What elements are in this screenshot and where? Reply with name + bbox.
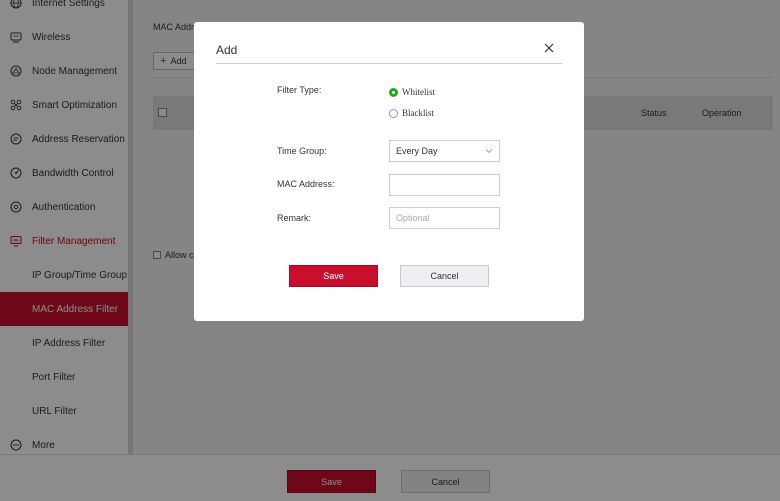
dialog-title: Add <box>216 43 238 57</box>
time-group-value: Every Day <box>396 146 438 156</box>
remark-input[interactable]: Optional <box>389 207 500 229</box>
radio-blacklist[interactable]: Blacklist <box>389 108 434 118</box>
filter-type-label: Filter Type: <box>277 85 322 95</box>
chevron-down-icon <box>485 147 493 155</box>
mac-address-label: MAC Address: <box>277 179 335 189</box>
mac-address-input[interactable] <box>389 174 500 196</box>
add-dialog: Add Filter Type: Whitelist Blacklist Tim… <box>194 22 584 321</box>
radio-label: Blacklist <box>402 108 434 118</box>
dialog-cancel-button[interactable]: Cancel <box>400 265 489 287</box>
time-group-label: Time Group: <box>277 146 327 156</box>
close-icon[interactable] <box>543 42 555 54</box>
radio-whitelist[interactable]: Whitelist <box>389 87 435 97</box>
radio-unchecked-icon <box>389 108 398 118</box>
remark-label: Remark: <box>277 213 312 223</box>
dialog-divider <box>216 63 562 64</box>
radio-label: Whitelist <box>402 87 435 97</box>
radio-checked-icon <box>389 87 398 97</box>
dialog-save-button[interactable]: Save <box>289 265 378 287</box>
time-group-select[interactable]: Every Day <box>389 140 500 162</box>
